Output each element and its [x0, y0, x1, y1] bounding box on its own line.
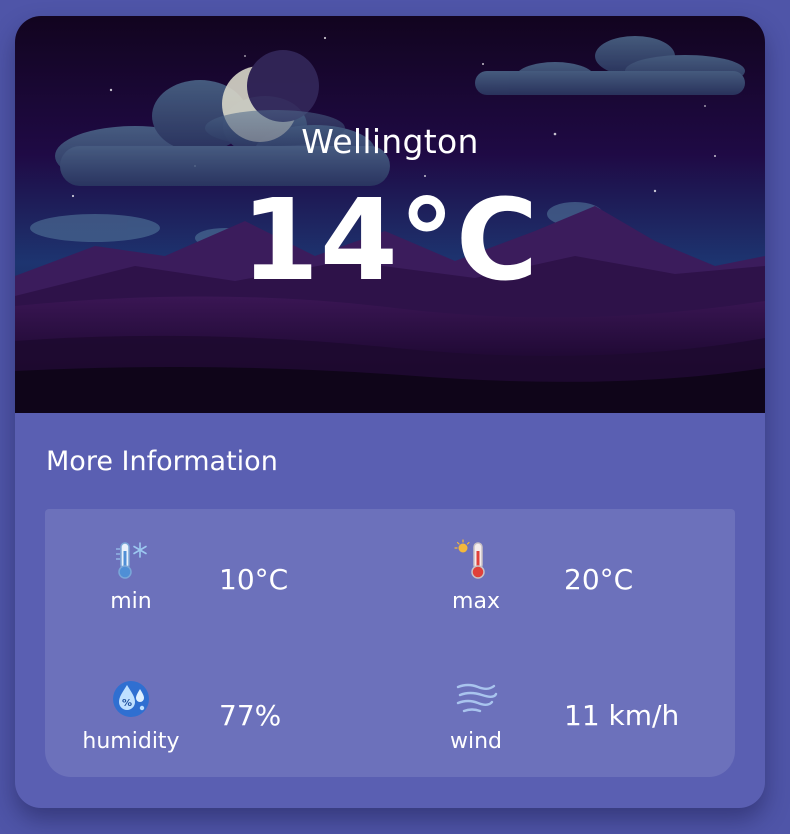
- min-value: 10°C: [219, 563, 289, 596]
- thermometer-hot-icon: [454, 539, 485, 579]
- max-temperature-item: max 20°C: [390, 509, 735, 643]
- weather-details-panel: min 10°C max 20°C % humidity 77% wind 11…: [45, 509, 735, 777]
- humidity-item: % humidity 77%: [45, 643, 390, 777]
- min-label: min: [110, 589, 152, 614]
- max-label: max: [452, 589, 500, 614]
- min-temperature-item: min 10°C: [45, 509, 390, 643]
- wind-item: wind 11 km/h: [390, 643, 735, 777]
- svg-text:%: %: [122, 698, 132, 709]
- current-temperature: 14°C: [240, 176, 540, 306]
- wind-icon: [456, 683, 498, 713]
- city-name: Wellington: [301, 122, 479, 161]
- thermometer-cold-icon: [116, 542, 147, 579]
- wind-label: wind: [449, 729, 502, 754]
- humidity-value: 77%: [219, 699, 282, 732]
- max-value: 20°C: [564, 563, 634, 596]
- weather-hero: Wellington 14°C: [15, 16, 765, 413]
- weather-card: Wellington 14°C More Information min 10°…: [15, 16, 765, 808]
- humidity-label: humidity: [82, 729, 180, 754]
- wind-value: 11 km/h: [564, 699, 680, 732]
- more-information-heading: More Information: [46, 446, 278, 477]
- humidity-icon: %: [113, 681, 149, 717]
